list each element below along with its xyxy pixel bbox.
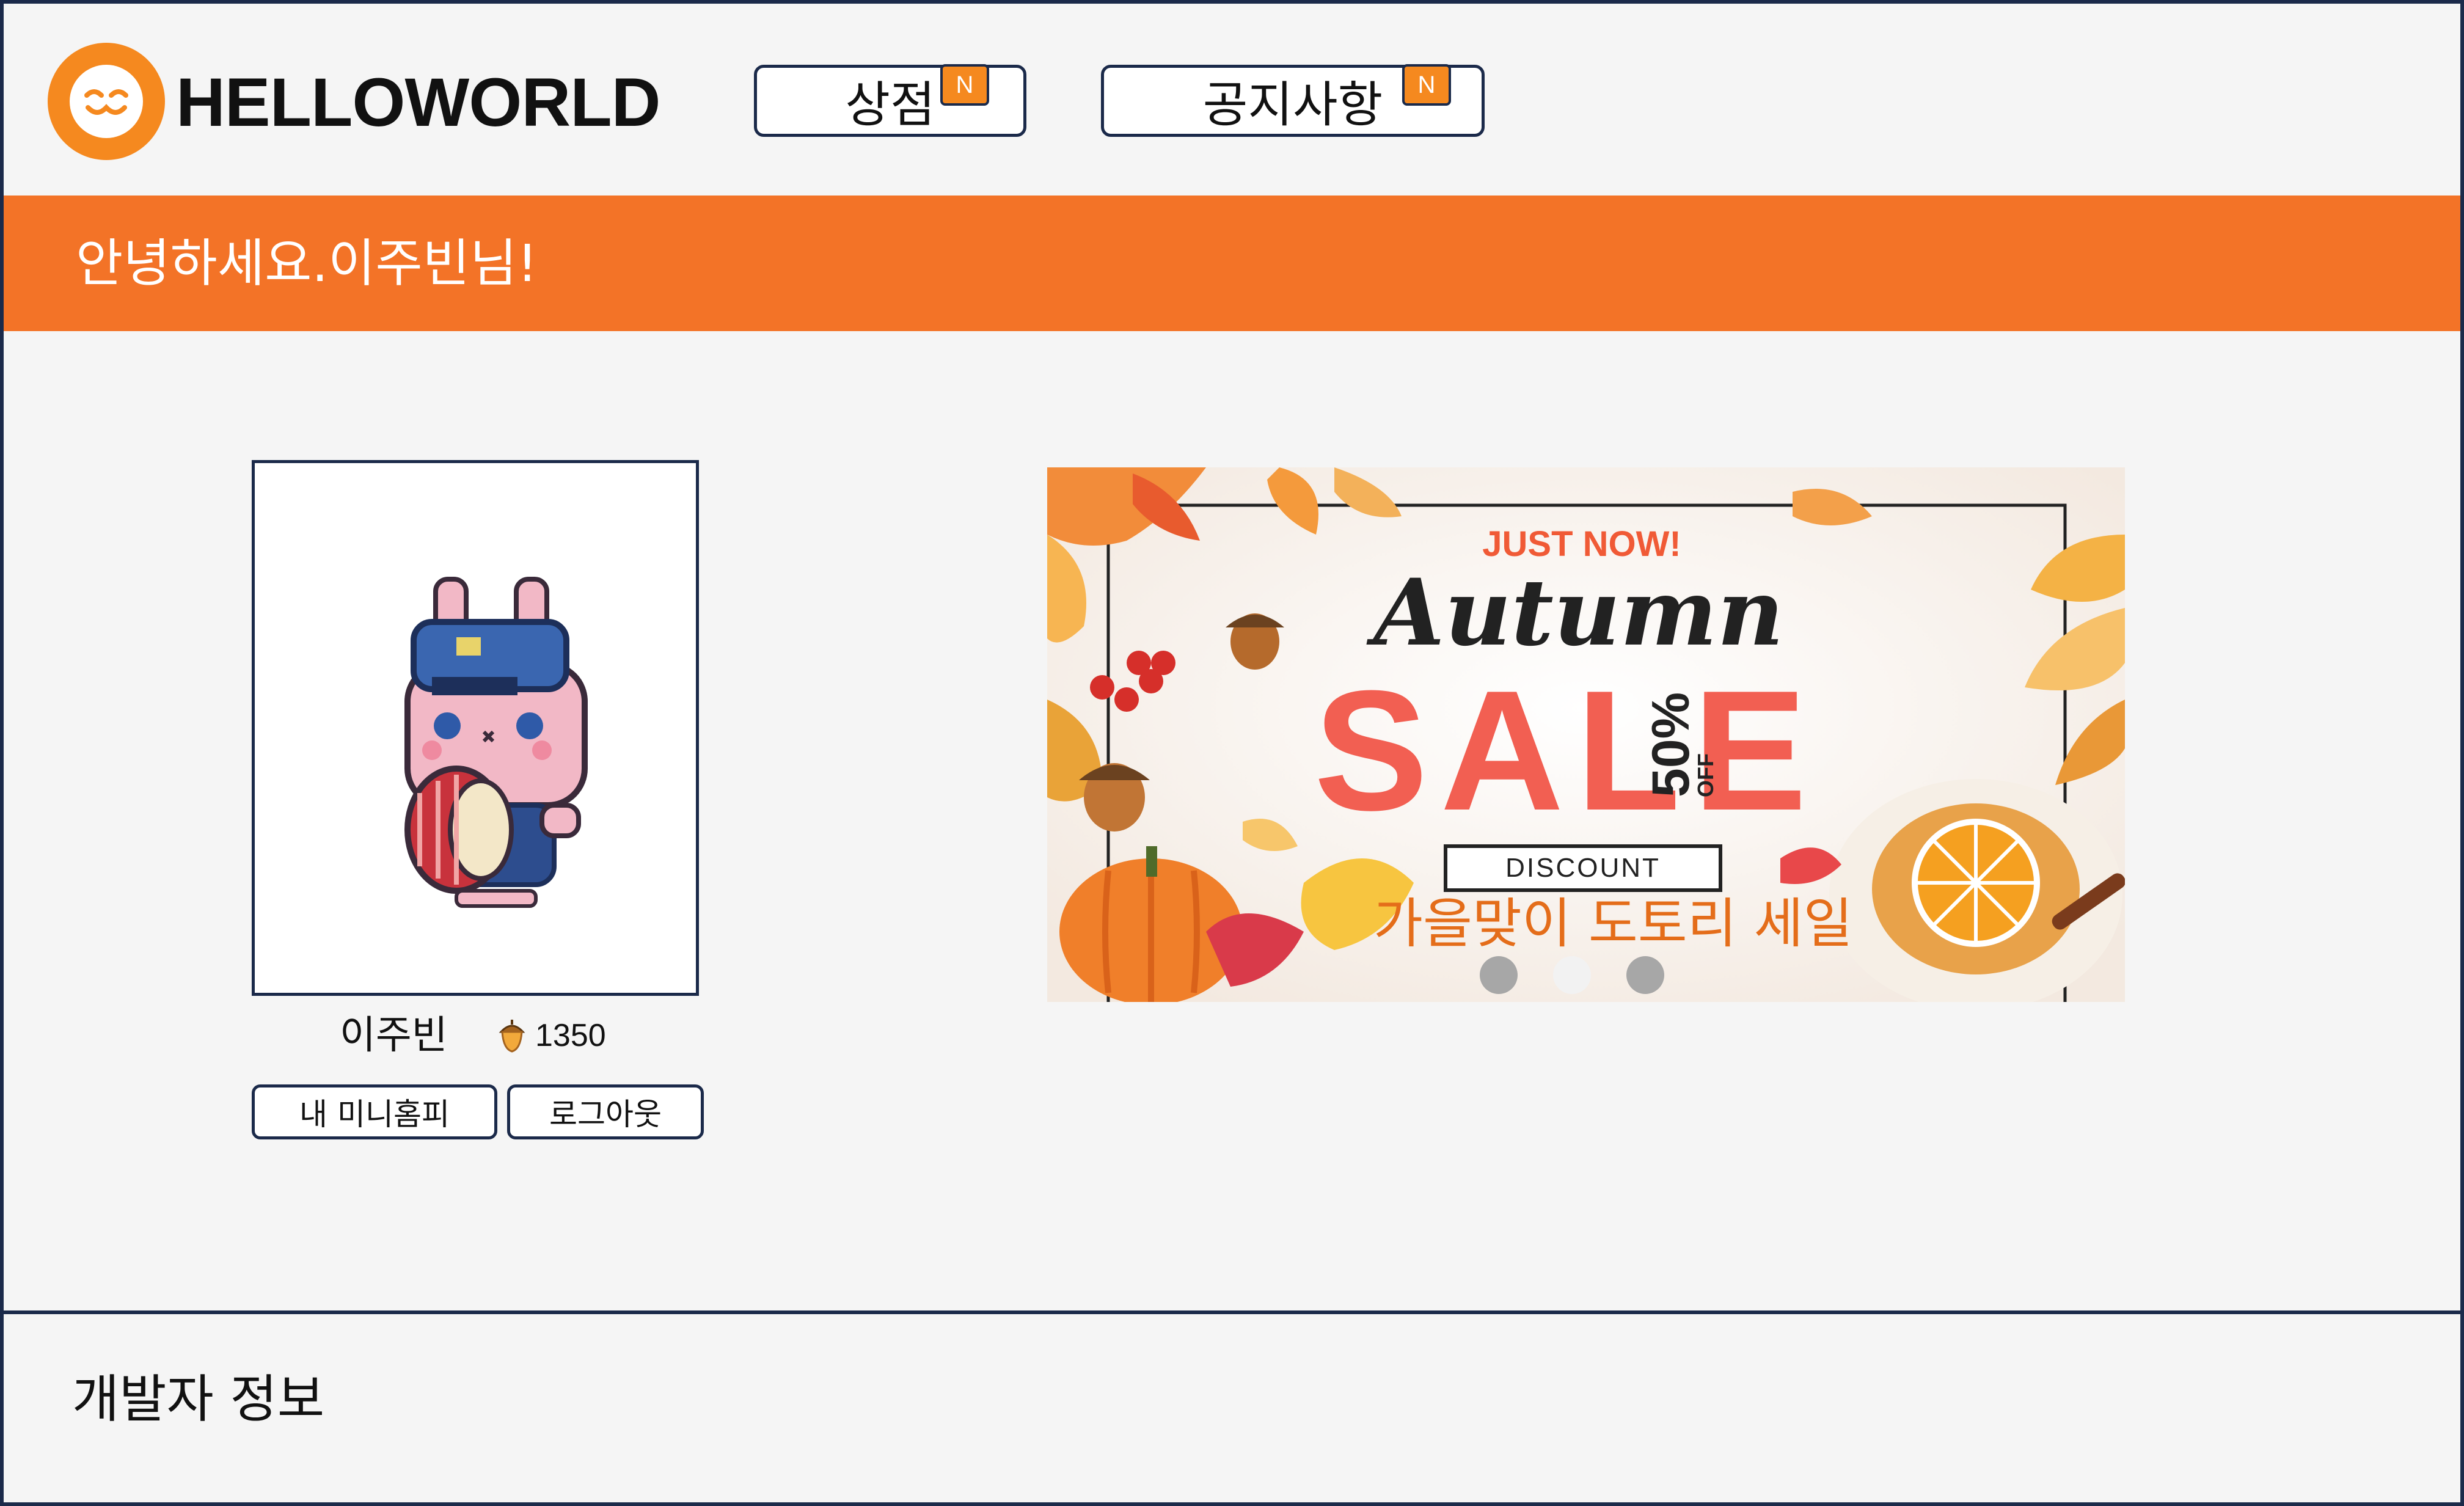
banner-overlay-text: 가을맞이 도토리 세일 [1373,892,1853,955]
carousel-dot-3[interactable] [1626,956,1664,994]
nav-shop-label: 상점 [845,76,935,133]
acorn-icon [499,1020,525,1053]
smile-face-icon [70,65,143,138]
carousel-dot-2-active[interactable] [1553,956,1591,994]
nav-notice-label: 공지사항 [1202,76,1383,133]
banner-off: OFF [1693,753,1718,797]
user-name: 이주빈 [340,1013,448,1058]
logout-button[interactable]: 로그아웃 [507,1084,704,1139]
banner-discount: DISCOUNT [1505,853,1661,883]
greeting-text: 안녕하세요.이주빈님! [76,233,538,293]
footer-divider [0,1310,2464,1314]
my-minihompy-button[interactable]: 내 미니홈피 [252,1084,497,1139]
acorn-balance: 1350 [497,1011,606,1060]
logo-text[interactable]: HELLOWORLD [176,60,661,145]
logo-icon[interactable] [48,43,165,160]
banner-percent: 50% [1642,692,1700,797]
banner-script-title: Autumn [1366,559,1784,667]
new-badge: N [1402,64,1451,106]
new-badge: N [940,64,989,106]
nav-notice-button[interactable]: 공지사항 N [1101,64,1485,137]
developer-info-link[interactable]: 개발자 정보 [72,1362,324,1436]
bunny-avatar-icon [404,577,588,908]
avatar-box [252,460,699,996]
banner-headline: JUST NOW! [1482,524,1681,564]
nav-shop-button[interactable]: 상점 N [754,64,1026,137]
acorn-count-value: 1350 [535,1018,606,1053]
promo-banner[interactable]: JUST NOW! Autumn SALE 50% OFF DISCOUNT 가… [1047,467,2125,1002]
greeting-bar: 안녕하세요.이주빈님! [4,196,2460,331]
banner-big-text: SALE [1314,656,1819,846]
carousel-dot-1[interactable] [1480,956,1518,994]
